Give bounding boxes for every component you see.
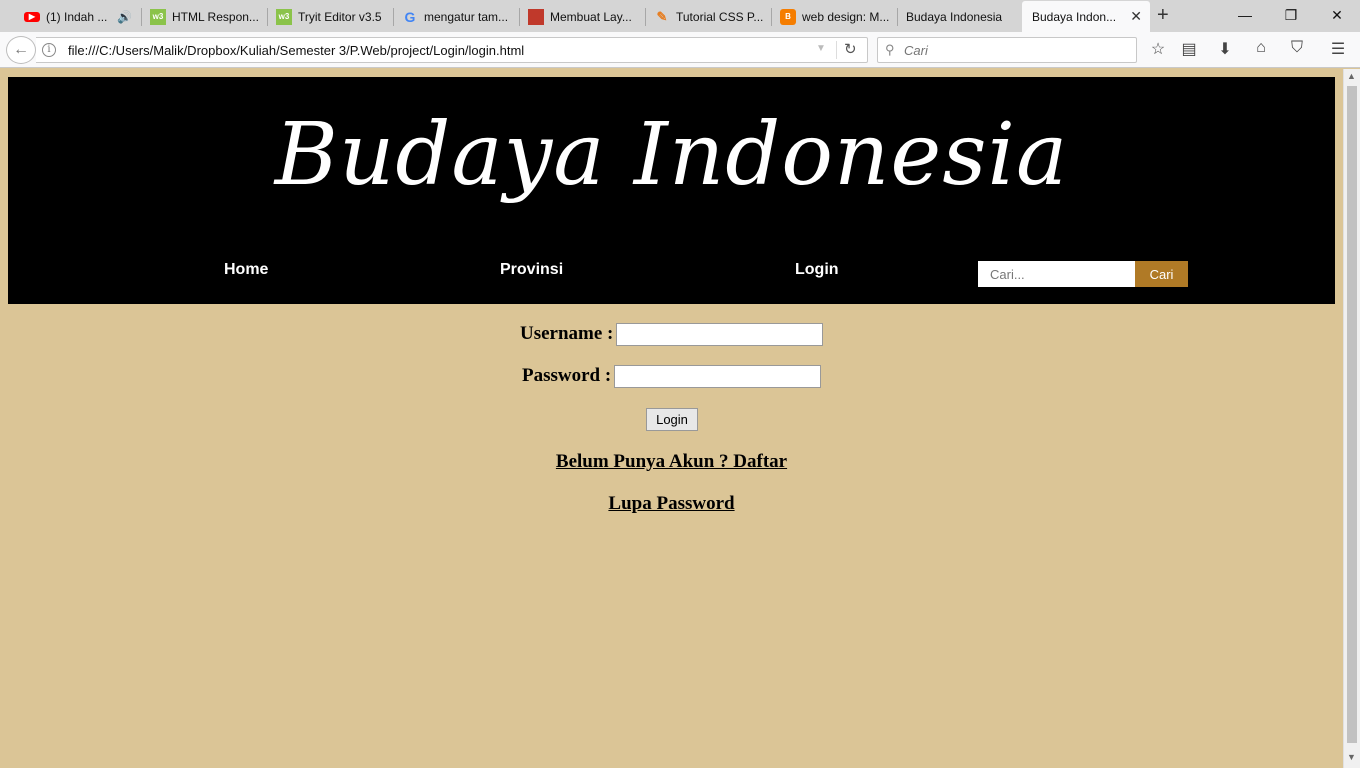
site-search-input[interactable]	[978, 261, 1136, 287]
google-icon: G	[404, 8, 416, 25]
pencil-icon: ✎	[656, 8, 668, 24]
address-bar[interactable]: i file:///C:/Users/Malik/Dropbox/Kuliah/…	[36, 37, 868, 63]
browser-tab-tryit-editor[interactable]: w3 Tryit Editor v3.5	[270, 3, 394, 30]
scroll-up-icon[interactable]: ▲	[1347, 71, 1356, 81]
browser-tab-active[interactable]: Budaya Indon... ✕	[1022, 1, 1150, 32]
browser-tab-html-responsive[interactable]: w3 HTML Respon...	[144, 3, 268, 30]
menu-provinsi[interactable]: Provinsi	[500, 261, 563, 279]
reading-list-icon[interactable]: ▤	[1178, 39, 1200, 59]
download-icon[interactable]: ⬇	[1214, 39, 1236, 59]
menu-hamburger-icon[interactable]: ☰	[1327, 39, 1349, 59]
menu-login[interactable]: Login	[795, 261, 839, 279]
restore-icon[interactable]: ❐	[1268, 3, 1314, 27]
pocket-icon[interactable]: ⛉	[1286, 39, 1308, 57]
page-viewport: Budaya Indonesia Home Provinsi Login Car…	[0, 69, 1343, 768]
bookmark-star-icon[interactable]: ☆	[1147, 39, 1169, 59]
menu-home[interactable]: Home	[224, 261, 268, 279]
site-search-button[interactable]: Cari	[1135, 261, 1188, 287]
forgot-password-link[interactable]: Lupa Password	[0, 493, 1343, 515]
browser-search-box[interactable]: ⚲	[877, 37, 1137, 63]
browser-tab-membuat-layout[interactable]: Membuat Lay...	[522, 3, 646, 30]
youtube-icon: ▶	[24, 11, 40, 22]
vertical-scrollbar[interactable]: ▲ ▼	[1343, 69, 1360, 768]
info-icon[interactable]: i	[42, 43, 56, 57]
site-logo[interactable]: Budaya Indonesia	[8, 105, 1335, 205]
password-field[interactable]	[614, 365, 821, 388]
register-link[interactable]: Belum Punya Akun ? Daftar	[0, 451, 1343, 473]
scroll-thumb[interactable]	[1347, 86, 1357, 743]
url-text[interactable]: file:///C:/Users/Malik/Dropbox/Kuliah/Se…	[68, 43, 524, 58]
username-label: Username :	[520, 323, 614, 344]
site-header: Budaya Indonesia Home Provinsi Login Car…	[8, 77, 1335, 304]
page-icon	[528, 8, 544, 25]
browser-search-input[interactable]	[904, 41, 1124, 59]
dropdown-arrow-icon[interactable]: ▼	[816, 43, 826, 54]
username-field[interactable]	[616, 323, 823, 346]
browser-tab-google[interactable]: G mengatur tam...	[396, 3, 520, 30]
browser-tab-budaya-indonesia[interactable]: Budaya Indonesia	[900, 3, 1022, 30]
browser-tab-bar: ▶ (1) Indah ... 🔊 w3 HTML Respon... w3 T…	[0, 0, 1360, 32]
blogger-icon: B	[780, 8, 796, 25]
back-arrow-icon[interactable]: ←	[6, 36, 36, 64]
browser-nav-bar: ← i file:///C:/Users/Malik/Dropbox/Kulia…	[0, 32, 1360, 68]
browser-tab-tutorial-css[interactable]: ✎ Tutorial CSS P...	[648, 3, 772, 30]
home-icon[interactable]: ⌂	[1250, 39, 1272, 57]
speaker-icon[interactable]: 🔊	[117, 10, 132, 24]
browser-tab-web-design[interactable]: B web design: M...	[774, 3, 898, 30]
reload-icon[interactable]: ↻	[844, 40, 857, 58]
login-button[interactable]: Login	[646, 408, 698, 431]
search-icon: ⚲	[885, 42, 895, 57]
w3schools-icon: w3	[150, 8, 166, 25]
scroll-down-icon[interactable]: ▼	[1347, 752, 1356, 762]
close-tab-icon[interactable]: ✕	[1130, 8, 1142, 25]
browser-tab-youtube[interactable]: ▶ (1) Indah ... 🔊	[18, 3, 142, 30]
password-label: Password :	[522, 365, 612, 386]
w3schools-icon: w3	[276, 8, 292, 25]
close-window-icon[interactable]: ✕	[1314, 3, 1360, 27]
new-tab-icon[interactable]: +	[1157, 5, 1169, 25]
minimize-icon[interactable]: —	[1222, 3, 1268, 27]
